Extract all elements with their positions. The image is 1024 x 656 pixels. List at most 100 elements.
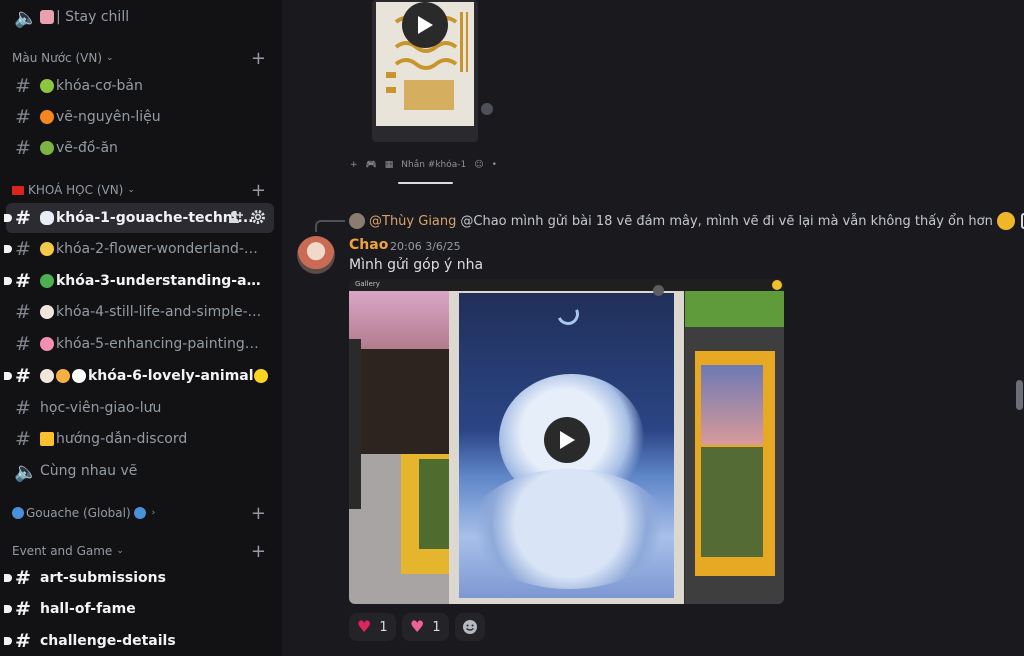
emoji-icon	[40, 242, 54, 256]
embedded-input-bar: + 🎮 ▦ Nhắn #khóa-1 ☺ •	[350, 155, 500, 175]
channel-challenge-details[interactable]: # challenge-details	[4, 626, 274, 656]
unread-indicator	[4, 245, 12, 253]
channel-khoa-3[interactable]: # khóa-3-understanding-applyi...	[4, 266, 274, 296]
channel-label: khóa-cơ-bản	[56, 78, 143, 94]
hash-icon: #	[15, 598, 31, 620]
emoji-icon	[56, 369, 70, 383]
channel-label: khóa-6-lovely-animal	[88, 368, 254, 384]
emoji-icon	[40, 369, 54, 383]
channel-ve-nguyen-lieu[interactable]: # vẽ-nguyên-liệu	[6, 102, 274, 132]
reply-preview[interactable]: @Thùy Giang @Chao mình gửi bài 18 vẽ đám…	[349, 212, 1024, 230]
reply-author[interactable]: @Thùy Giang	[369, 214, 456, 229]
channel-label: vẽ-đồ-ăn	[56, 140, 118, 156]
reply-text: @Chao mình gửi bài 18 vẽ đám mây, mình v…	[460, 213, 993, 229]
emoji-icon	[72, 369, 86, 383]
reaction-sparkling-heart[interactable]: ♥ 1	[402, 613, 449, 641]
category-gouache-global[interactable]: Gouache (Global) › +	[12, 503, 274, 524]
channel-khoa-co-ban[interactable]: # khóa-cơ-bản	[6, 71, 274, 101]
add-reaction-button[interactable]	[455, 613, 485, 641]
unread-indicator	[4, 277, 12, 285]
add-member-icon[interactable]	[228, 209, 244, 225]
scrollbar-thumb[interactable]	[1016, 380, 1023, 410]
image-sky-left	[349, 291, 449, 351]
play-icon	[560, 431, 575, 449]
unread-indicator	[4, 214, 12, 222]
speaker-icon: 🔈	[14, 460, 38, 483]
message-author[interactable]: Chao	[349, 237, 388, 253]
video-status-dot	[653, 285, 664, 296]
cat-emoji-icon	[996, 212, 1015, 230]
reaction-heart[interactable]: ♥ 1	[349, 613, 396, 641]
hash-icon: #	[15, 397, 31, 419]
voice-channel-cung-nhau-ve[interactable]: 🔈 Cùng nhau vẽ	[6, 456, 274, 486]
unread-indicator	[4, 605, 12, 613]
video-toolbar: Gallery	[349, 279, 784, 291]
channel-label: khóa-2-flower-wonderland-p...	[56, 241, 266, 257]
channel-label: vẽ-nguyên-liệu	[56, 109, 161, 125]
message-text: Mình gửi góp ý nha	[349, 257, 484, 273]
add-channel-icon[interactable]: +	[251, 180, 266, 201]
add-reaction-icon	[463, 620, 477, 634]
hash-icon: #	[15, 630, 31, 652]
channel-label: khóa-5-enhancing-paintings-...	[56, 336, 266, 352]
gear-icon[interactable]	[250, 209, 266, 225]
gift-icon: ▦	[384, 160, 394, 170]
channel-label: hall-of-fame	[40, 601, 136, 617]
category-khoa-hoc[interactable]: KHOÁ HỌC (VN) ⌄ +	[12, 180, 274, 201]
channel-hall-of-fame[interactable]: # hall-of-fame	[4, 594, 274, 624]
voice-channel-stay-chill[interactable]: 🔈 | Stay chill	[6, 2, 274, 32]
hash-icon: #	[15, 567, 31, 589]
emoji-icon	[40, 211, 54, 225]
star-icon	[40, 432, 54, 446]
gallery-label: Gallery	[355, 280, 380, 288]
sparkling-heart-icon: ♥	[410, 617, 425, 636]
channel-hoc-vien-giao-luu[interactable]: # học-viên-giao-lưu	[6, 393, 274, 423]
add-channel-icon[interactable]: +	[251, 48, 266, 69]
channel-huong-dan-discord[interactable]: # hướng-dẫn-discord	[6, 424, 274, 454]
channel-khoa-1[interactable]: # khóa-1-gouache-techni...	[4, 203, 274, 233]
add-channel-icon[interactable]: +	[251, 503, 266, 524]
category-mau-nuoc[interactable]: Màu Nước (VN) ⌄ +	[12, 48, 274, 69]
hash-icon: #	[15, 270, 31, 292]
add-channel-icon[interactable]: +	[251, 541, 266, 562]
gamepad-icon: 🎮	[365, 160, 377, 170]
play-button[interactable]	[402, 2, 448, 48]
globe-icon	[12, 507, 24, 519]
heart-icon: ♥	[357, 617, 372, 636]
image-dark-area	[361, 349, 449, 454]
channel-khoa-2[interactable]: # khóa-2-flower-wonderland-p...	[4, 234, 274, 264]
mic-icon: •	[491, 160, 497, 170]
channel-label: khóa-4-still-life-and-simple-...	[56, 304, 262, 320]
avatar[interactable]	[297, 236, 335, 274]
emoji-icon	[40, 274, 54, 288]
play-icon	[418, 16, 433, 34]
channel-label: challenge-details	[40, 633, 176, 649]
hash-icon: #	[15, 428, 31, 450]
app-tool-strip	[349, 339, 361, 509]
channel-label: khóa-1-gouache-techni...	[56, 210, 254, 226]
channel-khoa-5[interactable]: # khóa-5-enhancing-paintings-...	[6, 329, 274, 359]
embedded-input-placeholder: Nhắn #khóa-1	[401, 160, 467, 170]
emoji-icon	[40, 79, 54, 93]
channel-sidebar: 🔈 | Stay chill Màu Nước (VN) ⌄ + # khóa-…	[0, 0, 282, 656]
hash-icon: #	[15, 301, 31, 323]
globe-icon	[133, 507, 146, 519]
channel-art-submissions[interactable]: # art-submissions	[4, 563, 274, 593]
play-button[interactable]	[544, 417, 590, 463]
channel-ve-do-an[interactable]: # vẽ-đồ-ăn	[6, 133, 274, 163]
reaction-count: 1	[432, 619, 441, 635]
channel-label: art-submissions	[40, 570, 166, 586]
hash-icon: #	[15, 238, 31, 260]
reaction-count: 1	[379, 619, 388, 635]
unread-indicator	[4, 372, 12, 380]
emoji-icon	[40, 305, 54, 319]
emoji-icon	[40, 110, 54, 124]
channel-khoa-6[interactable]: # khóa-6-lovely-animal	[4, 361, 274, 391]
channel-khoa-4[interactable]: # khóa-4-still-life-and-simple-...	[6, 297, 274, 327]
cloud-shape	[469, 469, 669, 589]
channel-label: Cùng nhau vẽ	[40, 463, 138, 479]
category-label: KHOÁ HỌC (VN)	[28, 183, 124, 197]
category-event-and-game[interactable]: Event and Game ⌄ +	[12, 541, 274, 562]
reply-connector	[315, 220, 345, 232]
emoji-icon	[40, 337, 54, 351]
